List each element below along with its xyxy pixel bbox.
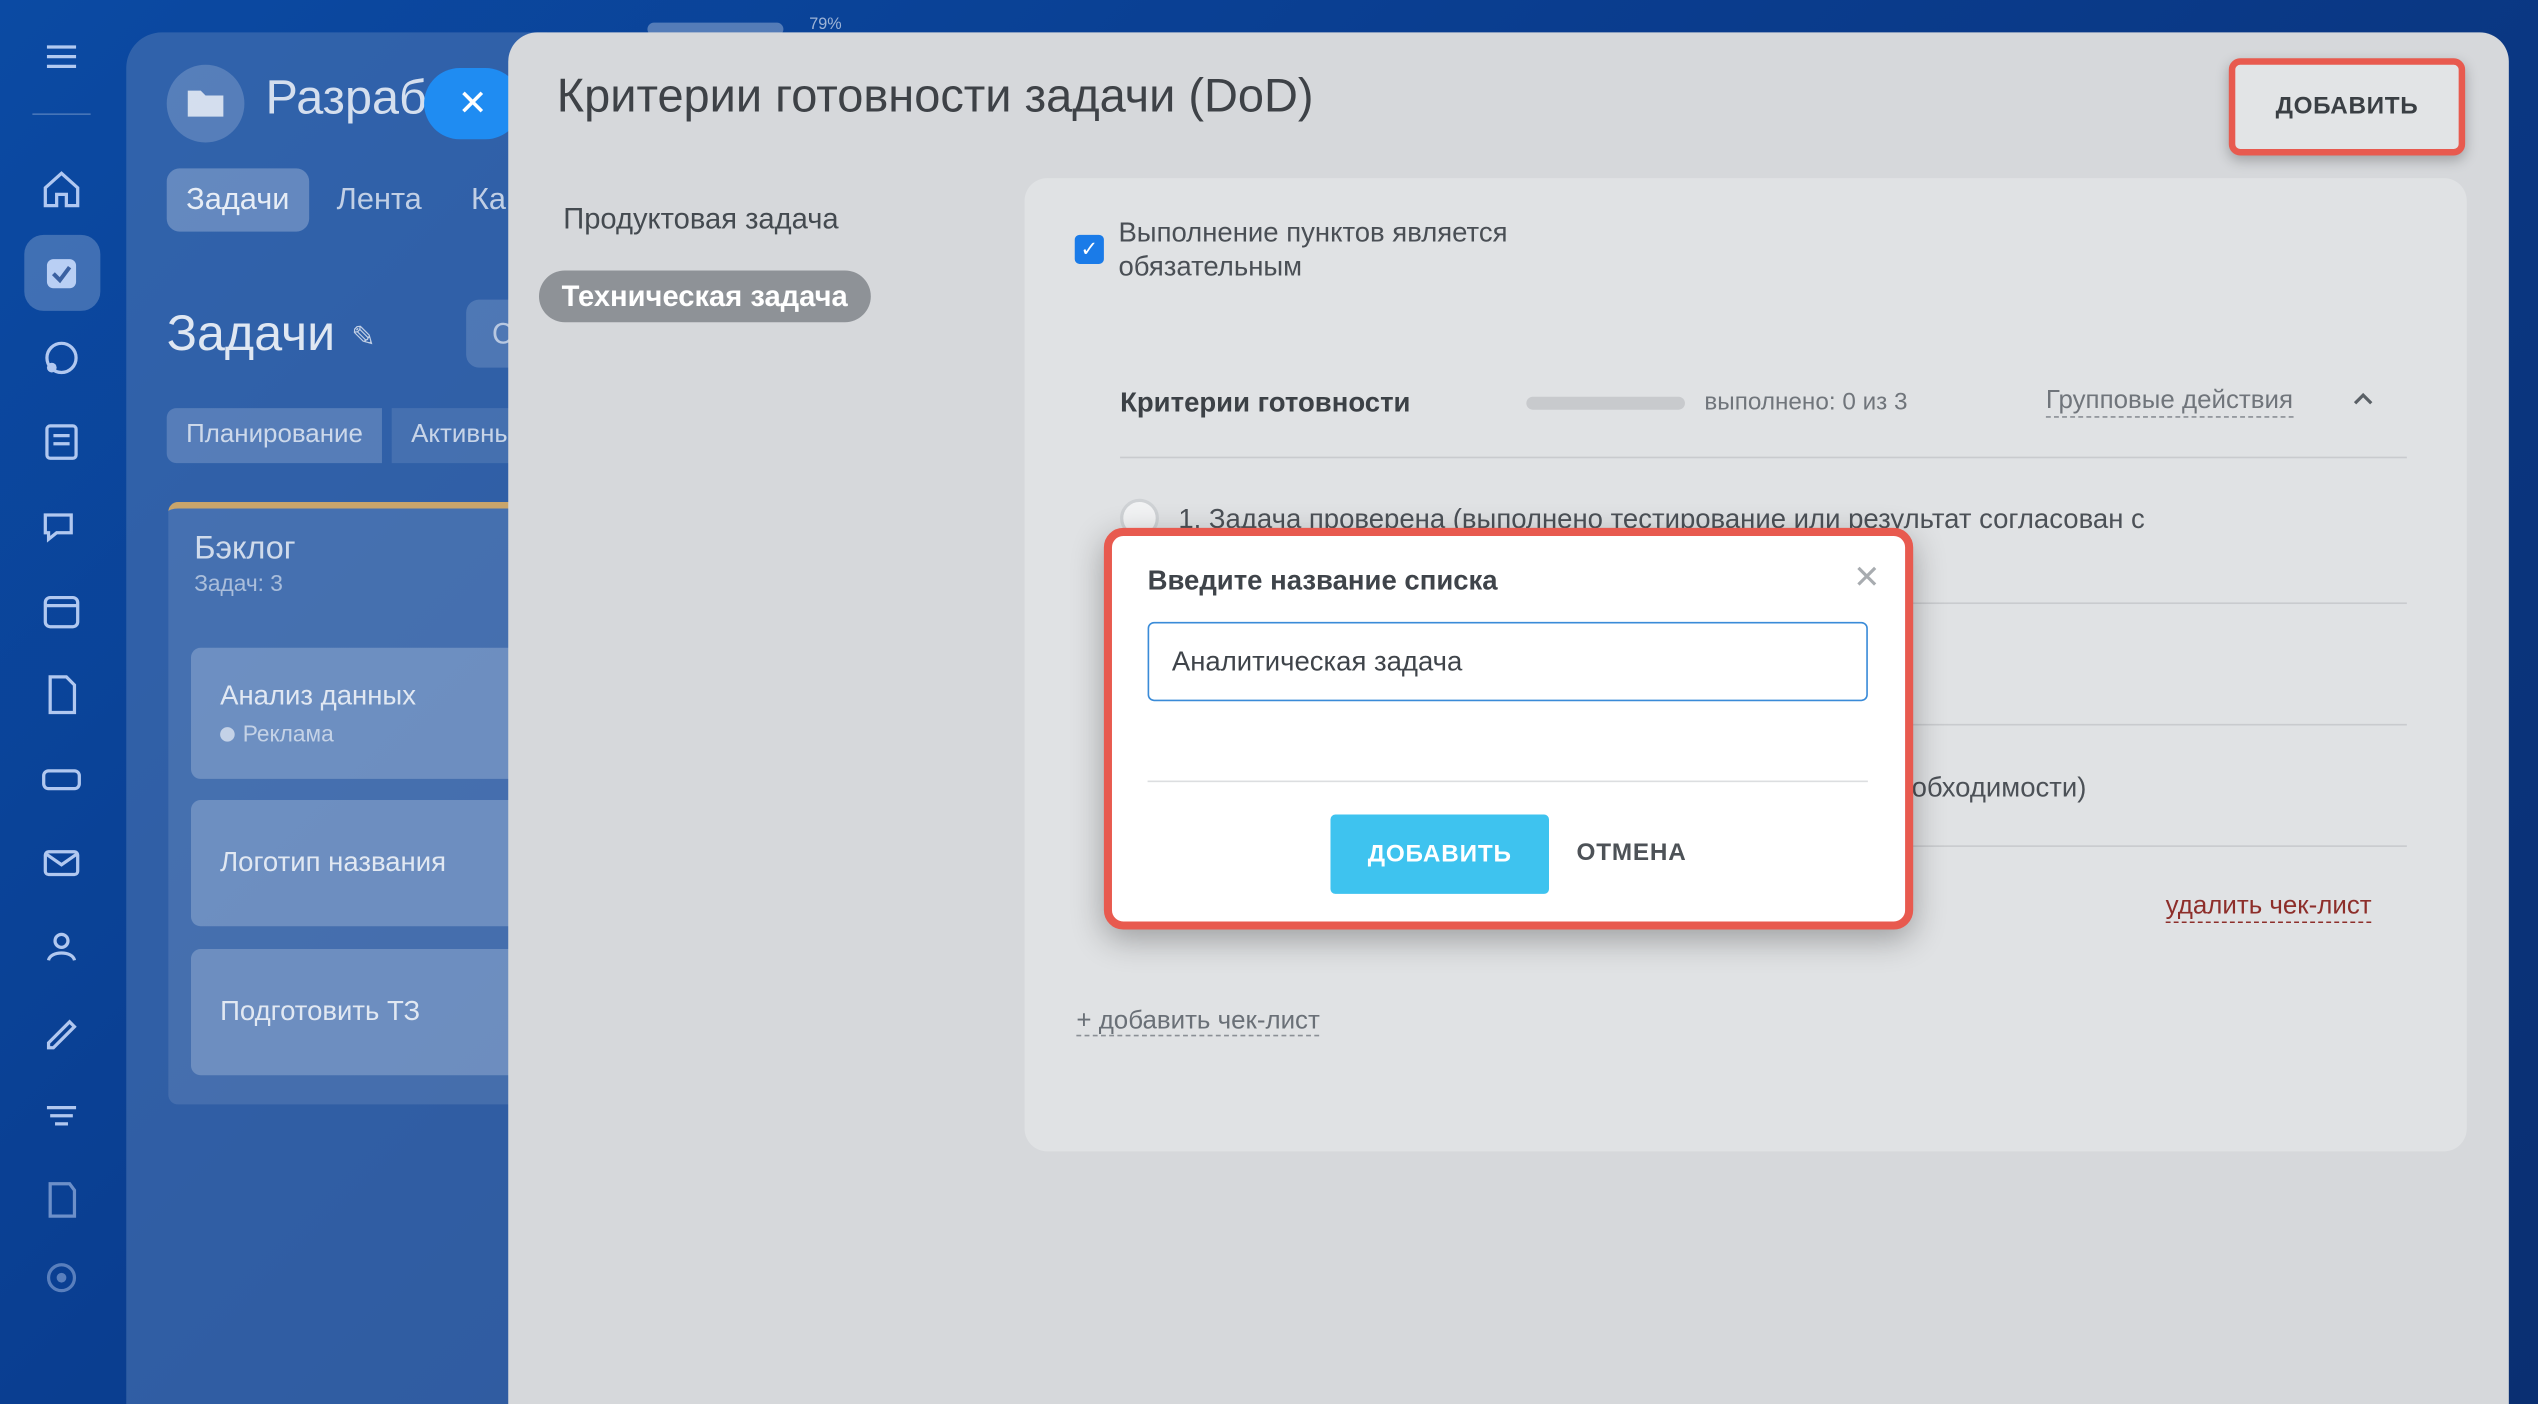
pin-icon[interactable]: ✎ <box>351 321 375 355</box>
task-card[interactable]: Подготовить ТЗ <box>190 948 548 1076</box>
sign-icon[interactable] <box>37 1007 86 1056</box>
add-checklist-link[interactable]: + добавить чек-лист <box>1076 1007 1320 1037</box>
modal-divider <box>1147 780 1868 783</box>
checklist-item-3-tail: обходимости) <box>1911 772 2087 804</box>
settings-icon[interactable] <box>37 1253 86 1302</box>
task-card-tag: Реклама <box>220 721 334 747</box>
list-name-input[interactable] <box>1147 621 1868 702</box>
rail-divider <box>32 113 91 115</box>
home-icon[interactable] <box>37 165 86 214</box>
checklist-title: Критерии готовности <box>1120 387 1411 418</box>
crm-icon[interactable] <box>37 334 86 383</box>
left-rail <box>0 0 126 1404</box>
drive-icon[interactable] <box>37 755 86 804</box>
folder-icon <box>166 64 245 143</box>
page-title: Задачи <box>166 304 336 362</box>
task-card-title: Анализ данных <box>220 680 416 711</box>
group-actions-link[interactable]: Групповые действия <box>2045 387 2293 418</box>
chat-icon[interactable] <box>37 502 86 551</box>
task-card[interactable]: Логотип названия <box>190 799 548 927</box>
nav-item-technical[interactable]: Техническая задача <box>538 270 871 323</box>
collapse-icon[interactable] <box>2350 385 2376 419</box>
users-icon[interactable] <box>37 923 86 972</box>
automation-icon[interactable] <box>37 1091 86 1140</box>
feed-icon[interactable] <box>37 418 86 467</box>
tab-tasks[interactable]: Задачи <box>166 168 309 232</box>
header-add-button[interactable]: ДОБАВИТЬ <box>2228 58 2466 156</box>
mandatory-label: Выполнение пунктов является обязательным <box>1118 216 1508 282</box>
mail-icon[interactable] <box>37 839 86 888</box>
delete-checklist-link[interactable]: удалить чек-лист <box>2165 892 2372 924</box>
column-title: Бэклог <box>194 531 296 567</box>
tasks-icon[interactable] <box>37 249 86 298</box>
divider <box>1120 456 2407 459</box>
document-icon[interactable] <box>37 670 86 719</box>
task-card-title: Логотип названия <box>220 846 447 878</box>
nav-item-product[interactable]: Продуктовая задача <box>563 202 838 236</box>
modal-cancel-button[interactable]: ОТМЕНА <box>1577 839 1687 867</box>
panel-title: Критерии готовности задачи (DoD) <box>556 71 1314 124</box>
mandatory-checkbox[interactable]: ✓ <box>1074 234 1104 264</box>
close-slider-button[interactable]: ✕ <box>424 68 522 140</box>
top-percent: 79% <box>809 16 842 35</box>
modal-add-button[interactable]: ДОБАВИТЬ <box>1330 814 1550 894</box>
task-card-title: Подготовить ТЗ <box>220 995 421 1027</box>
tab-feed[interactable]: Лента <box>317 168 441 231</box>
modal-title: Введите название списка <box>1147 565 1498 596</box>
report-icon[interactable] <box>37 1176 86 1225</box>
calendar-icon[interactable] <box>37 586 86 635</box>
checklist-done-count: выполнено: 0 из 3 <box>1704 388 1908 417</box>
checklist-progress <box>1526 396 1685 410</box>
menu-icon[interactable] <box>37 32 86 81</box>
task-card[interactable]: Анализ данных Реклама <box>190 647 548 779</box>
workspace-title: Разраб <box>265 71 427 125</box>
segment-planning[interactable]: Планирование <box>166 408 383 464</box>
column-count: Задач: 3 <box>194 570 283 596</box>
close-icon[interactable]: ✕ <box>1853 557 1880 597</box>
